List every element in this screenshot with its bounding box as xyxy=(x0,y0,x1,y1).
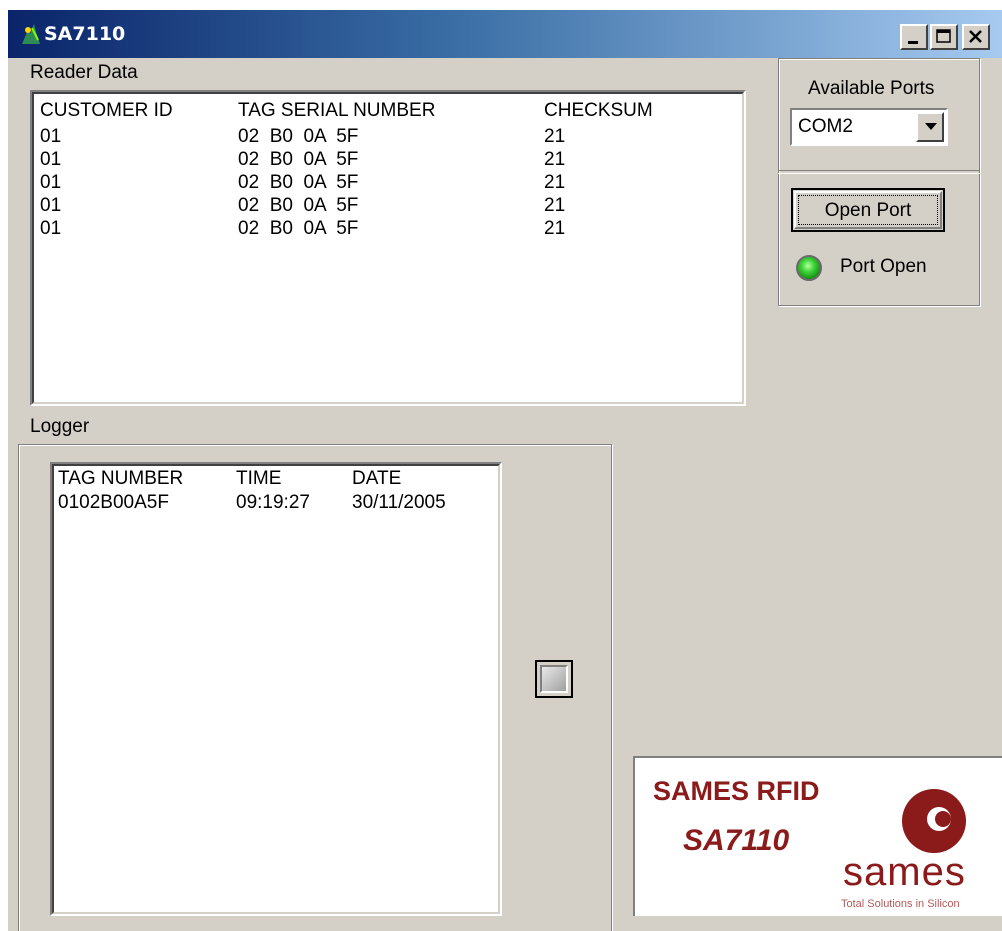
close-icon xyxy=(969,30,982,43)
table-row-cell: 01 xyxy=(40,149,62,170)
green-led-icon xyxy=(796,255,822,281)
col-date: DATE xyxy=(352,468,402,489)
logo-brand: sames xyxy=(843,850,966,894)
sames-logo-panel: SAMES RFID SA7110 sames Total Solutions … xyxy=(633,756,1002,916)
list-item-cell: 0102B00A5F xyxy=(58,492,169,513)
table-row-cell: 01 xyxy=(40,172,62,193)
logger-label: Logger xyxy=(30,416,90,437)
port-status-label: Port Open xyxy=(840,256,927,277)
port-select[interactable]: COM2 xyxy=(790,108,948,146)
sames-logo-icon xyxy=(902,789,966,853)
ports-divider xyxy=(778,170,980,174)
col-time: TIME xyxy=(236,468,282,489)
col-tag-number: TAG NUMBER xyxy=(58,468,184,489)
minimize-icon xyxy=(908,41,918,44)
rfid-antenna-icon xyxy=(22,24,40,44)
col-customer-id: CUSTOMER ID xyxy=(40,100,173,121)
table-row-cell: 02 B0 0A 5F xyxy=(238,195,359,216)
table-row-cell: 01 xyxy=(40,195,62,216)
table-row-cell: 02 B0 0A 5F xyxy=(238,149,359,170)
title-bar[interactable]: SA7110 xyxy=(8,10,1002,58)
maximize-button[interactable] xyxy=(930,24,958,50)
table-row-cell: 01 xyxy=(40,218,62,239)
table-row-cell: 21 xyxy=(544,149,566,170)
list-item-cell: 09:19:27 xyxy=(236,492,310,513)
col-checksum: CHECKSUM xyxy=(544,100,653,121)
available-ports-label: Available Ports xyxy=(808,78,935,99)
table-row-cell: 01 xyxy=(40,126,62,147)
logo-title: SAMES RFID xyxy=(653,776,820,806)
open-port-button[interactable]: Open Port xyxy=(791,188,945,232)
table-row-cell: 02 B0 0A 5F xyxy=(238,126,359,147)
port-select-arrow[interactable] xyxy=(916,112,944,142)
table-row-cell: 02 B0 0A 5F xyxy=(238,218,359,239)
reader-data-list[interactable]: CUSTOMER ID TAG SERIAL NUMBER CHECKSUM 0… xyxy=(30,90,746,406)
maximize-icon xyxy=(936,29,951,43)
table-row-cell: 21 xyxy=(544,172,566,193)
minimize-button[interactable] xyxy=(900,24,928,50)
logo-model: SA7110 xyxy=(683,824,790,857)
logger-list[interactable]: TAG NUMBER TIME DATE 0102B00A5F 09:19:27… xyxy=(50,462,502,916)
reader-data-label: Reader Data xyxy=(30,62,138,83)
table-row-cell: 21 xyxy=(544,218,566,239)
close-button[interactable] xyxy=(962,24,990,50)
table-row-cell: 21 xyxy=(544,195,566,216)
indicator-button[interactable] xyxy=(535,660,573,698)
table-row-cell: 21 xyxy=(544,126,566,147)
logo-tagline: Total Solutions in Silicon xyxy=(841,898,960,910)
list-item-cell: 30/11/2005 xyxy=(352,492,446,513)
port-select-value: COM2 xyxy=(798,116,853,137)
window-title: SA7110 xyxy=(44,23,126,45)
chevron-down-icon xyxy=(925,123,937,130)
col-tag-serial-number: TAG SERIAL NUMBER xyxy=(238,100,436,121)
open-port-label: Open Port xyxy=(824,200,912,221)
table-row-cell: 02 B0 0A 5F xyxy=(238,172,359,193)
